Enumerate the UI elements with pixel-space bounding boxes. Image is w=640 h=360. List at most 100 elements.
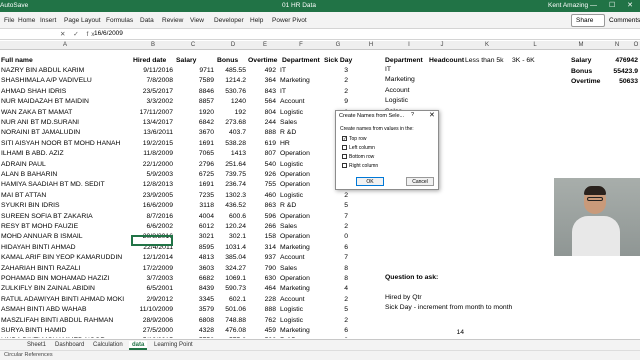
- tab-help[interactable]: Help: [250, 17, 263, 24]
- cell-salary[interactable]: 6682: [176, 274, 214, 284]
- cell-sick-day[interactable]: 2: [340, 191, 348, 201]
- tab-calculation[interactable]: Calculation: [90, 341, 126, 350]
- close-icon[interactable]: ✕: [429, 111, 435, 119]
- cell-bonus[interactable]: 476.08: [214, 326, 246, 336]
- autosave-label[interactable]: AutoSave: [0, 2, 28, 9]
- cell-full-name[interactable]: KAMAL ARIF BIN YEOP KAMARUDDIN: [1, 253, 122, 263]
- cell-bonus[interactable]: 120.24: [214, 222, 246, 232]
- header-headcount[interactable]: Headcount: [429, 56, 464, 66]
- cell-hired-date[interactable]: 2/9/2012: [133, 295, 173, 305]
- top-row-checkbox[interactable]: ✓: [342, 136, 347, 142]
- cell-hired-date[interactable]: 23/9/2005: [133, 191, 173, 201]
- col-h[interactable]: H: [366, 42, 376, 48]
- header-full-name[interactable]: Full name: [1, 56, 33, 66]
- cell-hired-date[interactable]: 13/6/2011: [133, 128, 173, 138]
- col-a[interactable]: A: [60, 42, 70, 48]
- cell-full-name[interactable]: ILHAMI B ABD. AZIZ: [1, 149, 64, 159]
- cell-salary[interactable]: 3603: [176, 264, 214, 274]
- cell-overtime[interactable]: 492: [248, 66, 276, 76]
- cell-full-name[interactable]: LINDA BINTI MOHAMMED NOOR: [1, 336, 105, 338]
- cell-overtime[interactable]: 619: [248, 139, 276, 149]
- cell-overtime[interactable]: 888: [248, 305, 276, 315]
- cell-hired-date[interactable]: 11/10/2009: [133, 305, 173, 315]
- cell-full-name[interactable]: SUREEN SOFIA BT ZAKARIA: [1, 212, 93, 222]
- header-hired-date[interactable]: Hired date: [133, 56, 166, 66]
- cell-department[interactable]: Account: [280, 253, 305, 263]
- header-bonus[interactable]: Bonus: [217, 56, 238, 66]
- cell-bonus[interactable]: 575.8: [214, 336, 246, 338]
- cell-full-name[interactable]: RATUL ADAWIYAH BINTI AHMAD MOKI: [1, 295, 124, 305]
- cell-bonus[interactable]: 1302.3: [214, 191, 246, 201]
- cell-hired-date[interactable]: 27/5/2000: [133, 326, 173, 336]
- fx-icon[interactable]: ✕ ✓ fx: [60, 30, 98, 38]
- cell-overtime[interactable]: 364: [248, 76, 276, 86]
- cell-sick-day[interactable]: 5: [340, 305, 348, 315]
- cell-full-name[interactable]: NUR MAIDAZAH BT MAIDIN: [1, 97, 89, 107]
- right-column-checkbox[interactable]: [342, 163, 347, 169]
- cell-overtime[interactable]: 244: [248, 118, 276, 128]
- cell-bonus[interactable]: 385.04: [214, 253, 246, 263]
- cell-sick-day[interactable]: 5: [340, 201, 348, 211]
- dept-it[interactable]: IT: [385, 66, 391, 73]
- summary-salary-value[interactable]: 476942: [606, 56, 638, 66]
- cell-full-name[interactable]: HIDAYAH BINTI AHMAD: [1, 243, 76, 253]
- cell-overtime[interactable]: 459: [248, 326, 276, 336]
- cell-full-name[interactable]: WAN ZAKA BT MAMAT: [1, 108, 72, 118]
- cell-salary[interactable]: 3579: [176, 305, 214, 315]
- cell-bonus[interactable]: 1413: [214, 149, 246, 159]
- option-bottom-row[interactable]: Bottom row: [342, 154, 374, 160]
- tab-formulas[interactable]: Formulas: [106, 17, 133, 24]
- cell-bonus[interactable]: 273.68: [214, 118, 246, 128]
- cell-overtime[interactable]: 464: [248, 284, 276, 294]
- cell-full-name[interactable]: NUR ANI BT MD.SURANI: [1, 118, 79, 128]
- cell-department[interactable]: Operation: [280, 149, 310, 159]
- cell-bonus[interactable]: 739.75: [214, 170, 246, 180]
- cell-sick-day[interactable]: 3: [340, 66, 348, 76]
- cell-hired-date[interactable]: 12/8/2013: [133, 180, 173, 190]
- cell-salary[interactable]: 8595: [176, 243, 214, 253]
- col-j[interactable]: J: [437, 42, 447, 48]
- cell-full-name[interactable]: RESY BT MOHD FAUZIE: [1, 222, 78, 232]
- user-name[interactable]: Kent Amazing: [548, 2, 588, 9]
- cell-hired-date[interactable]: 8/7/2016: [133, 212, 173, 222]
- cell-salary[interactable]: 2796: [176, 160, 214, 170]
- cell-overtime[interactable]: 863: [248, 201, 276, 211]
- col-g[interactable]: G: [333, 42, 343, 48]
- cell-bonus[interactable]: 538.28: [214, 139, 246, 149]
- cell-salary[interactable]: 4328: [176, 326, 214, 336]
- cell-sick-day[interactable]: 6: [340, 243, 348, 253]
- cell-overtime[interactable]: 564: [248, 97, 276, 107]
- cell-department[interactable]: R &D: [280, 201, 296, 211]
- cell-department[interactable]: Marketing: [280, 243, 310, 253]
- cell-overtime[interactable]: 314: [248, 243, 276, 253]
- help-icon[interactable]: ?: [411, 112, 414, 118]
- col-i[interactable]: I: [404, 42, 414, 48]
- cell-department[interactable]: Logistic: [280, 305, 303, 315]
- cell-full-name[interactable]: MASZLIFAH BINTI ABDUL RAHMAN: [1, 316, 113, 326]
- cell-salary[interactable]: 1920: [176, 108, 214, 118]
- tab-dashboard[interactable]: Dashboard: [52, 341, 87, 350]
- cell-hired-date[interactable]: 6/5/2001: [133, 284, 173, 294]
- note-hired-by-qtr[interactable]: Hired by Qtr: [385, 294, 422, 301]
- cell-sick-day[interactable]: 8: [340, 264, 348, 274]
- cell-salary[interactable]: 3021: [176, 232, 214, 242]
- cell-department[interactable]: Operation: [280, 180, 310, 190]
- cell-bonus[interactable]: 302.1: [214, 232, 246, 242]
- option-top-row[interactable]: ✓ Top row: [342, 136, 367, 142]
- cell-salary[interactable]: 8846: [176, 87, 214, 97]
- cell-bonus[interactable]: 1240: [214, 97, 246, 107]
- cell-overtime[interactable]: 807: [248, 149, 276, 159]
- col-d[interactable]: D: [228, 42, 238, 48]
- cell-sick-day[interactable]: 4: [340, 284, 348, 294]
- cell-salary[interactable]: 1691: [176, 180, 214, 190]
- share-button[interactable]: Share: [571, 14, 605, 27]
- cell-full-name[interactable]: SHASHIMALA A/P VADIVELU: [1, 76, 92, 86]
- cell-sick-day[interactable]: 2: [340, 295, 348, 305]
- cell-full-name[interactable]: NORAINI BT JAMALUDIN: [1, 128, 80, 138]
- cell-department[interactable]: Account: [280, 97, 305, 107]
- note-sick-day[interactable]: Sick Day - increment from month to month: [385, 304, 512, 311]
- cell-overtime[interactable]: 755: [248, 180, 276, 190]
- cell-overtime[interactable]: 228: [248, 295, 276, 305]
- col-c[interactable]: C: [188, 42, 198, 48]
- cell-hired-date[interactable]: 23/5/2017: [133, 87, 173, 97]
